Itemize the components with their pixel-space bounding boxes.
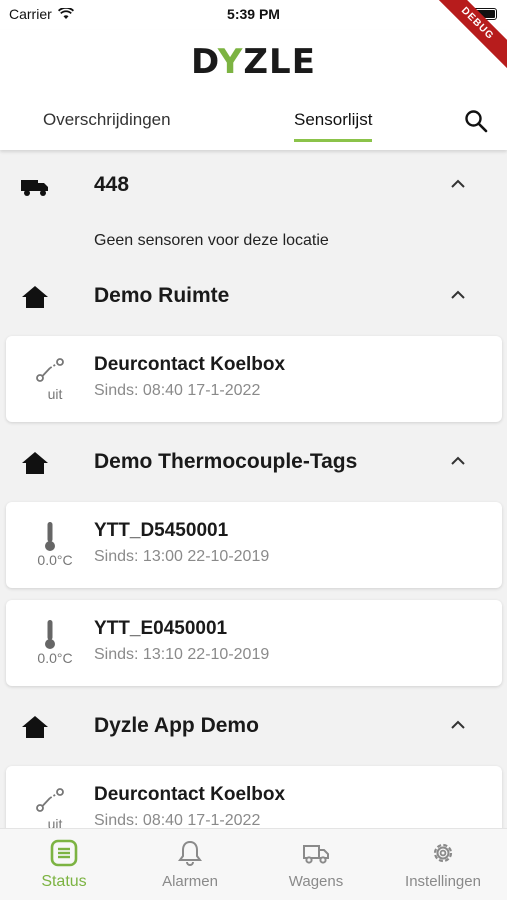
door-contact-icon — [36, 358, 64, 382]
status-bar: Carrier 5:39 PM — [0, 0, 507, 30]
sensor-since: Sinds: 08:40 17-1-2022 — [94, 812, 261, 828]
sensor-title: YTT_D5450001 — [94, 520, 229, 541]
door-contact-icon — [36, 788, 64, 812]
nav-label: Status — [41, 873, 87, 890]
search-icon[interactable] — [463, 108, 489, 134]
chevron-up-icon[interactable] — [448, 177, 468, 191]
sensor-card[interactable]: 0.0°C YTT_D5450001 Sinds: 13:00 22-10-20… — [6, 502, 502, 588]
sensor-title: YTT_E0450001 — [94, 618, 228, 639]
thermometer-icon — [45, 620, 55, 649]
location-row[interactable]: Demo Thermocouple-Tags — [0, 442, 507, 482]
bottom-navigation: Status Alarmen Wagens Instellingen — [0, 828, 507, 900]
status-list-icon — [50, 839, 78, 867]
sensor-title: Deurcontact Koelbox — [94, 784, 286, 805]
sensor-card[interactable]: 0.0°C YTT_E0450001 Sinds: 13:10 22-10-20… — [6, 600, 502, 686]
bell-icon — [178, 840, 202, 866]
location-row[interactable]: 448 — [0, 165, 507, 205]
dyzle-logo: DYZLE — [191, 42, 316, 82]
empty-location-message: Geen sensoren voor deze locatie — [94, 232, 329, 249]
truck-icon — [303, 845, 329, 864]
nav-status[interactable]: Status — [4, 839, 124, 891]
truck-icon — [21, 180, 48, 196]
location-name: Demo Thermocouple-Tags — [94, 450, 358, 473]
house-icon — [22, 716, 48, 738]
sensor-status: uit — [47, 386, 63, 402]
sensor-card[interactable]: uit Deurcontact Koelbox Sinds: 08:40 17-… — [6, 336, 502, 422]
chevron-up-icon[interactable] — [448, 454, 468, 468]
sensor-card[interactable]: uit Deurcontact Koelbox Sinds: 08:40 17-… — [6, 766, 502, 828]
nav-wagens[interactable]: Wagens — [256, 839, 376, 890]
location-name: 448 — [94, 173, 130, 196]
sensor-title: Deurcontact Koelbox — [94, 354, 286, 375]
app-header: DYZLE Overschrijdingen Sensorlijst — [0, 30, 507, 150]
sensor-since: Sinds: 13:10 22-10-2019 — [94, 646, 270, 663]
location-name: Dyzle App Demo — [94, 714, 259, 737]
location-row[interactable]: Dyzle App Demo — [0, 706, 507, 746]
sensor-status: uit — [47, 816, 63, 828]
nav-alarmen[interactable]: Alarmen — [130, 839, 250, 890]
location-row[interactable]: Demo Ruimte — [0, 276, 507, 316]
gear-icon — [433, 843, 453, 863]
tab-sensorlijst[interactable]: Sensorlijst — [294, 110, 373, 142]
nav-label: Alarmen — [162, 873, 218, 890]
nav-label: Wagens — [288, 873, 344, 890]
sensor-since: Sinds: 13:00 22-10-2019 — [94, 548, 270, 565]
sensor-list[interactable]: 448 Geen sensoren voor deze locatie Demo… — [0, 150, 507, 828]
house-icon — [22, 286, 48, 308]
sensor-since: Sinds: 08:40 17-1-2022 — [94, 382, 261, 399]
thermometer-icon — [45, 522, 55, 551]
clock: 5:39 PM — [227, 6, 280, 22]
tab-overschrijdingen[interactable]: Overschrijdingen — [43, 110, 171, 130]
nav-label: Instellingen — [405, 873, 481, 890]
chevron-up-icon[interactable] — [448, 718, 468, 732]
house-icon — [22, 452, 48, 474]
location-name: Demo Ruimte — [94, 284, 230, 307]
sensor-status: 0.0°C — [37, 650, 73, 666]
nav-instellingen[interactable]: Instellingen — [383, 839, 503, 890]
chevron-up-icon[interactable] — [448, 288, 468, 302]
sensor-status: 0.0°C — [37, 552, 73, 568]
tab-bar: Overschrijdingen Sensorlijst — [0, 105, 507, 150]
